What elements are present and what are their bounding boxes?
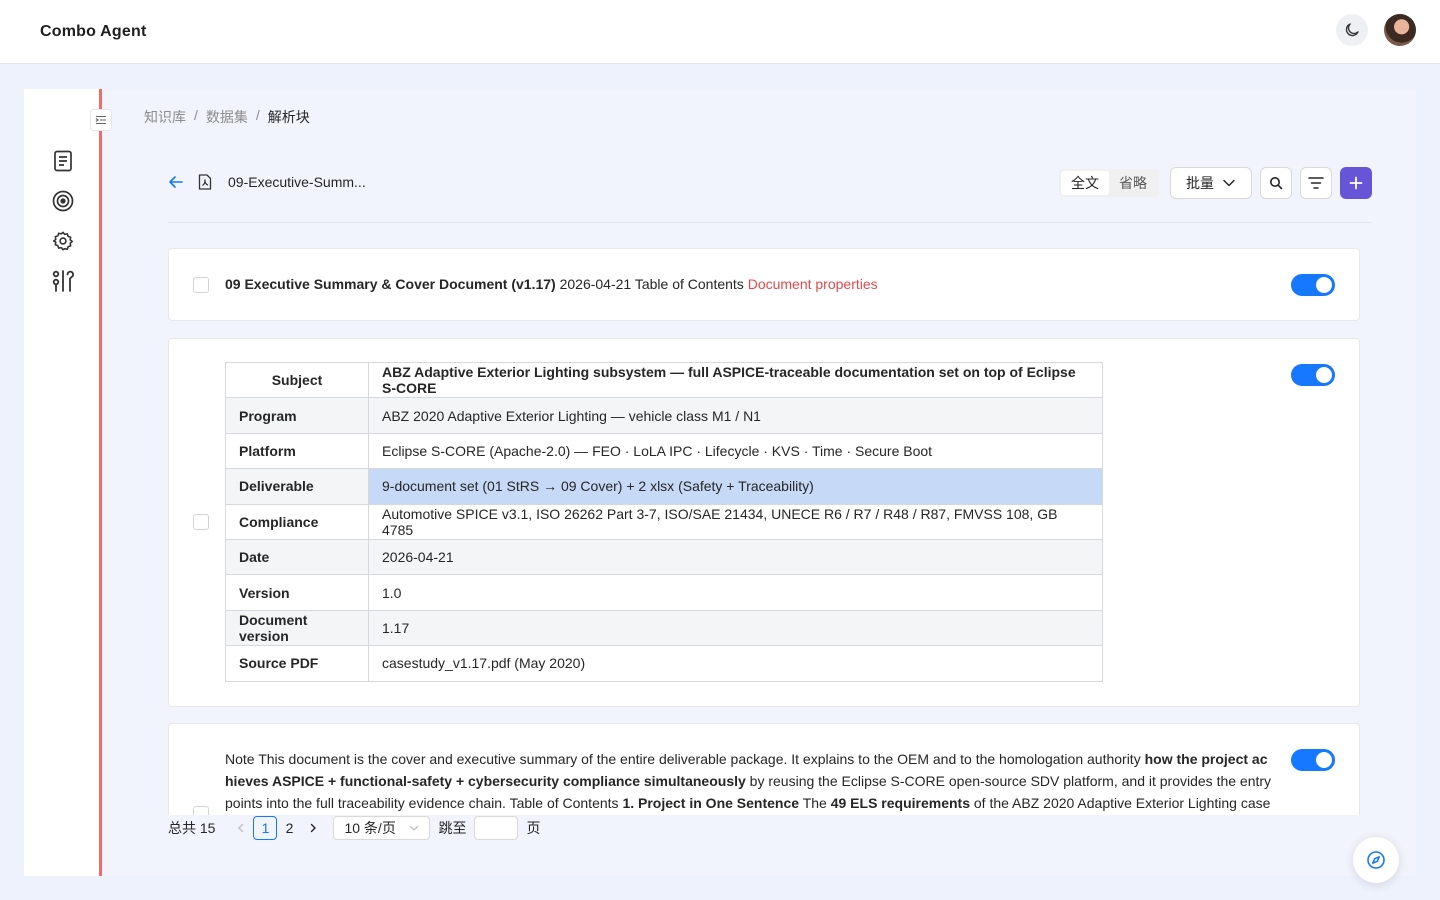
chunk-body: 2026-04-21 Table of Contents <box>555 276 748 292</box>
app-title: Combo Agent <box>40 22 147 40</box>
breadcrumb-knowledge-base[interactable]: 知识库 <box>144 107 186 127</box>
plus-icon <box>1349 176 1363 190</box>
jump-page-input[interactable] <box>474 816 519 840</box>
table-value: Eclipse S-CORE (Apache-2.0) — FEO · LoLA… <box>368 432 1103 470</box>
sidebar-item-workflow[interactable] <box>51 269 75 293</box>
table-key: Program <box>225 397 369 434</box>
view-full-option[interactable]: 全文 <box>1061 171 1109 195</box>
breadcrumb-separator: / <box>255 107 260 123</box>
chunk-body: The <box>799 795 831 811</box>
batch-label: 批量 <box>1186 175 1214 191</box>
document-name: 09-Executive-Summ... <box>228 174 366 190</box>
table-row: Document version 1.17 <box>225 609 1103 647</box>
search-button[interactable] <box>1260 167 1292 199</box>
sidebar-collapse-button[interactable] <box>90 109 112 131</box>
table-row: Source PDF casestudy_v1.17.pdf (May 2020… <box>225 645 1103 682</box>
add-chunk-button[interactable] <box>1340 167 1372 199</box>
page-size-select[interactable]: 10 条/页 <box>333 816 431 840</box>
chunk-checkbox[interactable] <box>193 277 209 293</box>
table-row: Deliverable 9-document set (01 StRS → 09… <box>225 468 1103 505</box>
table-value: 9-document set (01 StRS → 09 Cover) + 2 … <box>368 468 1103 505</box>
compass-icon <box>1367 851 1385 869</box>
table-key: Deliverable <box>225 468 369 505</box>
user-avatar[interactable] <box>1384 14 1416 46</box>
view-mode-segmented: 全文 省略 <box>1059 169 1159 197</box>
table-value: casestudy_v1.17.pdf (May 2020) <box>368 645 1103 682</box>
table-key: Version <box>225 574 369 611</box>
document-header: 09-Executive-Summ... 全文 省略 批量 <box>168 167 1372 223</box>
filter-icon <box>1308 177 1324 189</box>
table-key: Platform <box>225 432 369 470</box>
table-key: Source PDF <box>225 645 369 682</box>
breadcrumb-current: 解析块 <box>267 109 310 125</box>
table-key: Compliance <box>225 503 369 540</box>
menu-fold-icon <box>95 115 106 125</box>
page-suffix: 页 <box>526 820 541 836</box>
chunk-body: Note This document is the cover and exec… <box>225 751 1145 767</box>
table-value: 2026-04-21 <box>368 538 1103 576</box>
breadcrumb: 知识库 / 数据集 / 解析块 <box>144 107 310 127</box>
sidebar-item-documents[interactable] <box>51 149 75 173</box>
table-value: ABZ 2020 Adaptive Exterior Lighting — ve… <box>368 397 1103 434</box>
chevron-down-icon <box>1223 179 1235 187</box>
chevron-right-icon <box>311 823 317 833</box>
sidebar <box>24 89 112 876</box>
document-icon <box>54 150 72 172</box>
batch-dropdown[interactable]: 批量 <box>1170 167 1252 199</box>
table-key: Document version <box>225 609 369 647</box>
pdf-file-icon <box>198 174 212 190</box>
table-key: Subject <box>225 361 369 399</box>
breadcrumb-separator: / <box>194 107 198 123</box>
next-page-button[interactable] <box>301 816 325 840</box>
table-row: Compliance Automotive SPICE v3.1, ISO 26… <box>225 503 1103 540</box>
chunk-bold: 1. Project in One Sentence <box>622 795 800 811</box>
chunk-enable-toggle[interactable] <box>1291 749 1335 771</box>
top-actions <box>1336 14 1416 46</box>
table-row: Version 1.0 <box>225 574 1103 611</box>
table-key: Date <box>225 538 369 576</box>
assistant-float-button[interactable] <box>1353 837 1399 883</box>
properties-table: Subject ABZ Adaptive Exterior Lighting s… <box>225 361 1103 682</box>
chunk-highlight: Document properties <box>747 276 878 292</box>
moon-icon <box>1345 23 1359 37</box>
back-arrow-icon[interactable] <box>168 174 184 190</box>
table-row: Platform Eclipse S-CORE (Apache-2.0) — F… <box>225 432 1103 470</box>
sidebar-item-target[interactable] <box>51 189 75 213</box>
prev-page-button[interactable] <box>229 816 253 840</box>
table-value: 1.0 <box>368 574 1103 611</box>
chunk-checkbox[interactable] <box>193 514 209 530</box>
page-2[interactable]: 2 <box>277 816 301 840</box>
sidebar-item-settings[interactable] <box>51 229 75 253</box>
workflow-icon <box>52 270 74 292</box>
chunk-bold: 49 ELS requirements <box>830 795 970 811</box>
jump-label: 跳至 <box>438 820 467 836</box>
view-brief-option[interactable]: 省略 <box>1109 171 1157 195</box>
chevron-down-icon <box>410 825 419 831</box>
chunk-text: 09 Executive Summary & Cover Document (v… <box>225 276 878 292</box>
theme-toggle-button[interactable] <box>1336 14 1368 46</box>
table-row: Program ABZ 2020 Adaptive Exterior Light… <box>225 397 1103 434</box>
table-value: ABZ Adaptive Exterior Lighting subsystem… <box>368 361 1103 399</box>
page-size-value: 10 条/页 <box>344 820 396 836</box>
chunk-card[interactable]: 09 Executive Summary & Cover Document (v… <box>168 248 1360 321</box>
gear-icon <box>52 231 74 251</box>
chevron-left-icon <box>238 823 244 833</box>
table-row: Date 2026-04-21 <box>225 538 1103 576</box>
chunk-enable-toggle[interactable] <box>1291 364 1335 386</box>
main-content: 知识库 / 数据集 / 解析块 09-Executive-Summ... 全文 … <box>102 89 1416 876</box>
chunk-card[interactable]: Subject ABZ Adaptive Exterior Lighting s… <box>168 338 1360 707</box>
filter-button[interactable] <box>1300 167 1332 199</box>
search-icon <box>1270 177 1283 190</box>
top-bar: Combo Agent <box>0 0 1440 64</box>
pagination: 总共 15 1 2 10 条/页 跳至 页 <box>168 815 540 841</box>
table-value: 1.17 <box>368 609 1103 647</box>
table-row: Subject ABZ Adaptive Exterior Lighting s… <box>225 361 1103 399</box>
pagination-total: 总共 15 <box>168 820 216 836</box>
table-value: Automotive SPICE v3.1, ISO 26262 Part 3-… <box>368 503 1103 540</box>
breadcrumb-dataset[interactable]: 数据集 <box>206 107 248 127</box>
page-1[interactable]: 1 <box>253 816 278 840</box>
chunk-enable-toggle[interactable] <box>1291 274 1335 296</box>
chunk-title: 09 Executive Summary & Cover Document (v… <box>225 276 556 292</box>
target-icon <box>52 190 74 212</box>
